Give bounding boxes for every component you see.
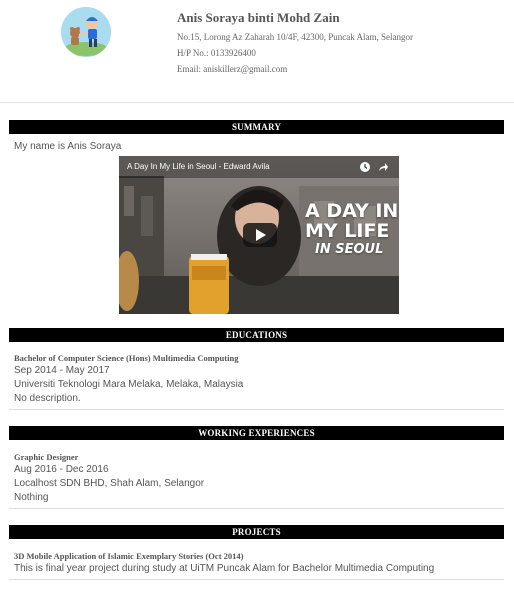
clock-icon[interactable] — [359, 161, 371, 173]
summary-text: My name is Anis Soraya — [14, 141, 122, 152]
summary-heading: SUMMARY — [9, 120, 504, 134]
video-overlay-line2: MY LIFE — [305, 220, 390, 242]
youtube-video-embed[interactable]: A Day In My Life in Seoul - Edward Avila… — [119, 156, 399, 314]
experience-place: Localhost SDN BHD, Shah Alam, Selangor — [14, 478, 205, 489]
profile-email: Email: aniskillerz@gmail.com — [177, 64, 288, 74]
experience-dates: Aug 2016 - Dec 2016 — [14, 464, 109, 475]
education-divider — [9, 409, 504, 410]
experience-divider — [9, 508, 504, 509]
education-dates: Sep 2014 - May 2017 — [14, 365, 110, 376]
play-icon[interactable] — [243, 223, 277, 247]
video-title[interactable]: A Day In My Life in Seoul - Edward Avila — [127, 162, 270, 171]
education-place: Universiti Teknologi Mara Melaka, Melaka… — [14, 379, 244, 390]
profile-name: Anis Soraya binti Mohd Zain — [177, 10, 340, 25]
educations-heading: EDUCATIONS — [9, 328, 504, 342]
cartoon-boy-avatar-icon — [61, 7, 111, 57]
project-description: This is final year project during study … — [14, 563, 435, 574]
experience-description: Nothing — [14, 492, 49, 503]
experiences-heading: WORKING EXPERIENCES — [9, 426, 504, 440]
education-description: No description. — [14, 393, 81, 404]
education-title: Bachelor of Computer Science (Hons) Mult… — [14, 353, 239, 363]
project-divider — [9, 579, 504, 580]
project-title: 3D Mobile Application of Islamic Exempla… — [14, 551, 244, 561]
video-overlay-line3: IN SEOUL — [315, 242, 384, 257]
profile-header: Anis Soraya binti Mohd Zain No.15, Loron… — [0, 0, 514, 103]
profile-address: No.15, Lorong Az Zaharah 10/4F, 42300, P… — [177, 32, 413, 42]
experience-title: Graphic Designer — [14, 452, 79, 462]
profile-phone: H/P No.: 0133926400 — [177, 48, 256, 58]
share-arrow-icon[interactable] — [377, 161, 389, 173]
projects-heading: PROJECTS — [9, 525, 504, 539]
video-overlay-line1: A DAY IN — [305, 200, 399, 222]
